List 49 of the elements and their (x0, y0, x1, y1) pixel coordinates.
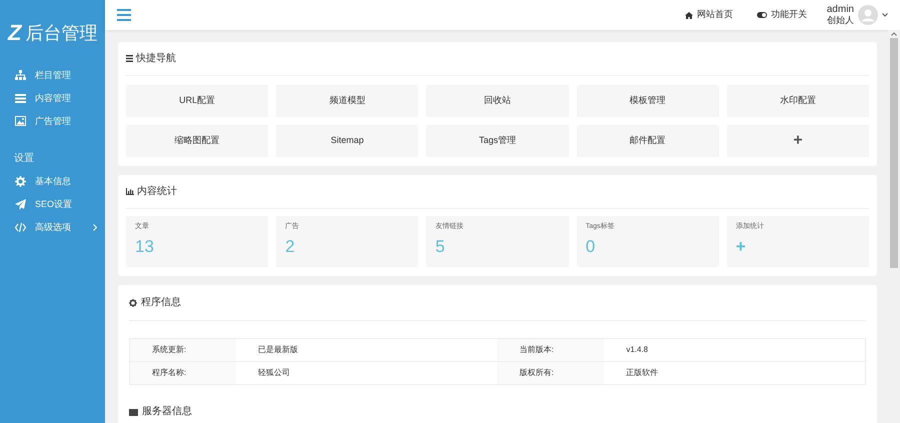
header-link[interactable]: 功能开关 (756, 8, 807, 22)
toggle-icon (756, 12, 767, 18)
card-title: 程序信息 (141, 296, 181, 310)
gear-icon (15, 176, 26, 187)
logo-text: 后台管理 (25, 24, 98, 42)
sidebar-section-title: 设置 (13, 152, 35, 166)
card-title: 内容统计 (137, 184, 177, 199)
code-icon (15, 222, 26, 233)
chevron-right-icon (93, 224, 97, 231)
shortcut-button[interactable]: 回收站 (426, 85, 569, 117)
bar-chart-icon (126, 188, 134, 195)
table-cell: 当前版本: (497, 338, 604, 362)
shortcut-button[interactable]: 模板管理 (576, 85, 719, 117)
shortcut-button[interactable]: URL配置 (126, 85, 268, 117)
logo-mark: Z (8, 22, 22, 44)
list-icon (15, 93, 26, 104)
table-cell: v1.4.8 (604, 338, 866, 362)
user-name: admin (826, 5, 854, 15)
user-role: 创始人 (826, 15, 854, 25)
card-title: 服务器信息 (142, 407, 192, 417)
scrollbar-thumb[interactable] (890, 38, 898, 268)
stat-value: 5 (435, 236, 446, 256)
table-cell: 正版软件 (604, 362, 866, 384)
shortcut-button[interactable]: 水印配置 (726, 85, 869, 117)
home-icon (684, 12, 693, 18)
shortcut-button[interactable]: 邮件配置 (576, 125, 719, 157)
table-cell: 系统更新: (130, 338, 236, 362)
image-icon (15, 116, 26, 127)
shortcut-button[interactable]: Tags管理 (426, 125, 569, 157)
stat-value: 2 (285, 236, 296, 256)
card-title: 快捷导航 (136, 52, 176, 66)
shortcut-button[interactable]: Sitemap (276, 125, 418, 157)
chevron-down-icon[interactable] (882, 13, 888, 17)
stat-value: 13 (135, 236, 155, 256)
table-cell: 已是最新版 (236, 338, 498, 362)
scroll-up-icon[interactable] (891, 32, 897, 36)
table-cell: 轻狐公司 (236, 362, 498, 384)
menu-icon[interactable] (117, 9, 131, 21)
paper-plane-icon (15, 199, 26, 210)
shortcut-button[interactable]: 频道模型 (276, 85, 418, 117)
stat-value: 0 (586, 236, 596, 256)
gear-icon (129, 298, 137, 306)
table-cell: 版权所有: (497, 362, 604, 384)
header-link[interactable]: 网站首页 (684, 8, 733, 22)
shortcut-button[interactable]: 缩略图配置 (126, 125, 268, 157)
list-icon (126, 55, 133, 62)
add-shortcut-button[interactable]: + (726, 125, 869, 157)
sitemap-icon (15, 70, 26, 81)
table-cell: 程序名称: (130, 362, 236, 384)
